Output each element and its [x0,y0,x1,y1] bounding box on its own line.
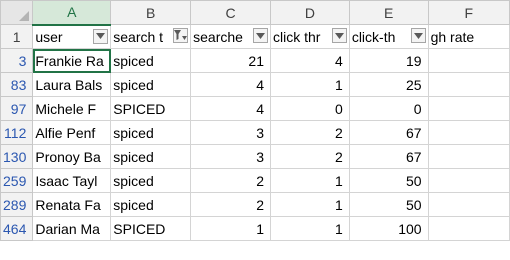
cell-user[interactable]: Frankie Ra [32,48,112,73]
table-row: 259 Isaac Tayl spiced 2 1 50 [0,168,510,193]
cell-clicks[interactable]: 0 [269,96,350,121]
header-cell-click-rate[interactable]: click-th [348,24,429,49]
filter-dropdown-button[interactable] [331,28,347,43]
filter-dropdown-button[interactable] [93,28,109,44]
cell-empty[interactable] [427,192,510,217]
cell-searches[interactable]: 2 [190,192,271,217]
cell-searches[interactable]: 3 [190,120,271,145]
cell-user[interactable]: Isaac Tayl [32,168,112,193]
cell-click-rate[interactable]: 100 [348,216,429,241]
cell-empty[interactable] [427,48,510,73]
cell-empty[interactable] [427,96,510,121]
table-row: 112 Alfie Penf spiced 3 2 67 [0,120,510,145]
cell-user[interactable]: Laura Bals [32,72,112,97]
cell-empty[interactable] [427,72,510,97]
table-row: 289 Renata Fa spiced 2 1 50 [0,192,510,217]
cell-user[interactable]: Michele F [32,96,112,121]
cell-click-rate[interactable]: 67 [348,120,429,145]
cell-search-term[interactable]: spiced [110,144,192,169]
cell-user[interactable]: Pronoy Ba [32,144,112,169]
table-row: 83 Laura Bals spiced 4 1 25 [0,72,510,97]
cell-searches[interactable]: 4 [190,72,271,97]
chevron-down-icon [413,32,423,39]
header-label: search t [113,28,164,45]
header-cell-user[interactable]: user [32,24,112,49]
cell-clicks[interactable]: 1 [269,192,350,217]
row-number[interactable]: 259 [0,168,34,193]
cell-search-term[interactable]: SPICED [110,216,192,241]
row-number[interactable]: 464 [0,216,34,241]
chevron-down-icon [255,32,265,39]
header-cell-searches[interactable]: searche [190,24,271,49]
cell-clicks[interactable]: 2 [269,144,350,169]
row-number[interactable]: 3 [0,48,34,73]
cell-search-term[interactable]: SPICED [110,96,192,121]
cell-clicks[interactable]: 2 [269,120,350,145]
column-header-e[interactable]: E [348,0,429,25]
spreadsheet: A B C D E F 1 user search t searche clic… [0,0,510,260]
filter-dropdown-button[interactable] [252,28,268,43]
cell-search-term[interactable]: spiced [110,120,192,145]
cell-user[interactable]: Renata Fa [32,192,112,217]
column-header-b[interactable]: B [110,0,192,25]
cell-clicks[interactable]: 4 [269,48,350,73]
cell-search-term[interactable]: spiced [110,48,192,73]
chevron-down-icon [334,32,344,39]
select-all-corner[interactable] [0,0,34,25]
cell-click-rate[interactable]: 25 [348,72,429,97]
table-row-header: 1 user search t searche click thr click-… [0,24,510,49]
cell-click-rate[interactable]: 50 [348,168,429,193]
cell-click-rate[interactable]: 0 [348,96,429,121]
row-number[interactable]: 83 [0,72,34,97]
cell-empty[interactable] [427,168,510,193]
table-row: 130 Pronoy Ba spiced 3 2 67 [0,144,510,169]
cell-search-term[interactable]: spiced [110,72,192,97]
select-all-icon [19,11,30,21]
header-cell-search-term[interactable]: search t [110,24,192,49]
cell-click-rate[interactable]: 19 [348,48,429,73]
row-number[interactable]: 112 [0,120,34,145]
header-label: click-th [351,28,396,45]
column-header-d[interactable]: D [269,0,350,25]
cell-search-term[interactable]: spiced [110,192,192,217]
cell-searches[interactable]: 4 [190,96,271,121]
chevron-down-icon [96,33,106,39]
cell-clicks[interactable]: 1 [269,72,350,97]
cell-searches[interactable]: 3 [190,144,271,169]
table-row: 3 Frankie Ra spiced 21 4 19 [0,48,510,73]
filter-active-button[interactable] [173,28,189,43]
cell-clicks[interactable]: 1 [269,216,350,241]
cell-searches[interactable]: 21 [190,48,271,73]
filter-dropdown-button[interactable] [410,28,426,43]
row-number[interactable]: 289 [0,192,34,217]
header-cell-clicks[interactable]: click thr [269,24,350,49]
cell-searches[interactable]: 1 [190,216,271,241]
header-cell-overflow[interactable]: gh rate [427,24,510,49]
column-header-f[interactable]: F [427,0,510,25]
cell-clicks[interactable]: 1 [269,168,350,193]
filter-active-icon [174,30,188,40]
header-label: user [35,28,63,45]
table-row: 464 Darian Ma SPICED 1 1 100 [0,216,510,241]
cell-click-rate[interactable]: 50 [348,192,429,217]
cell-empty[interactable] [427,120,510,145]
cell-empty[interactable] [427,216,510,241]
header-label: click thr [272,28,321,45]
cell-search-term[interactable]: spiced [110,168,192,193]
cell-searches[interactable]: 2 [190,168,271,193]
worksheet-grid: A B C D E F 1 user search t searche clic… [0,0,510,241]
column-header-c[interactable]: C [190,0,271,25]
row-number[interactable]: 130 [0,144,34,169]
header-label: searche [193,28,243,45]
cell-user[interactable]: Alfie Penf [32,120,112,145]
cell-empty[interactable] [427,144,510,169]
table-row: 97 Michele F SPICED 4 0 0 [0,96,510,121]
row-number[interactable]: 1 [0,24,34,49]
cell-user[interactable]: Darian Ma [32,216,112,241]
cell-click-rate[interactable]: 67 [348,144,429,169]
column-header-a[interactable]: A [32,0,112,26]
row-number[interactable]: 97 [0,96,34,121]
column-header-row: A B C D E F [0,0,510,26]
